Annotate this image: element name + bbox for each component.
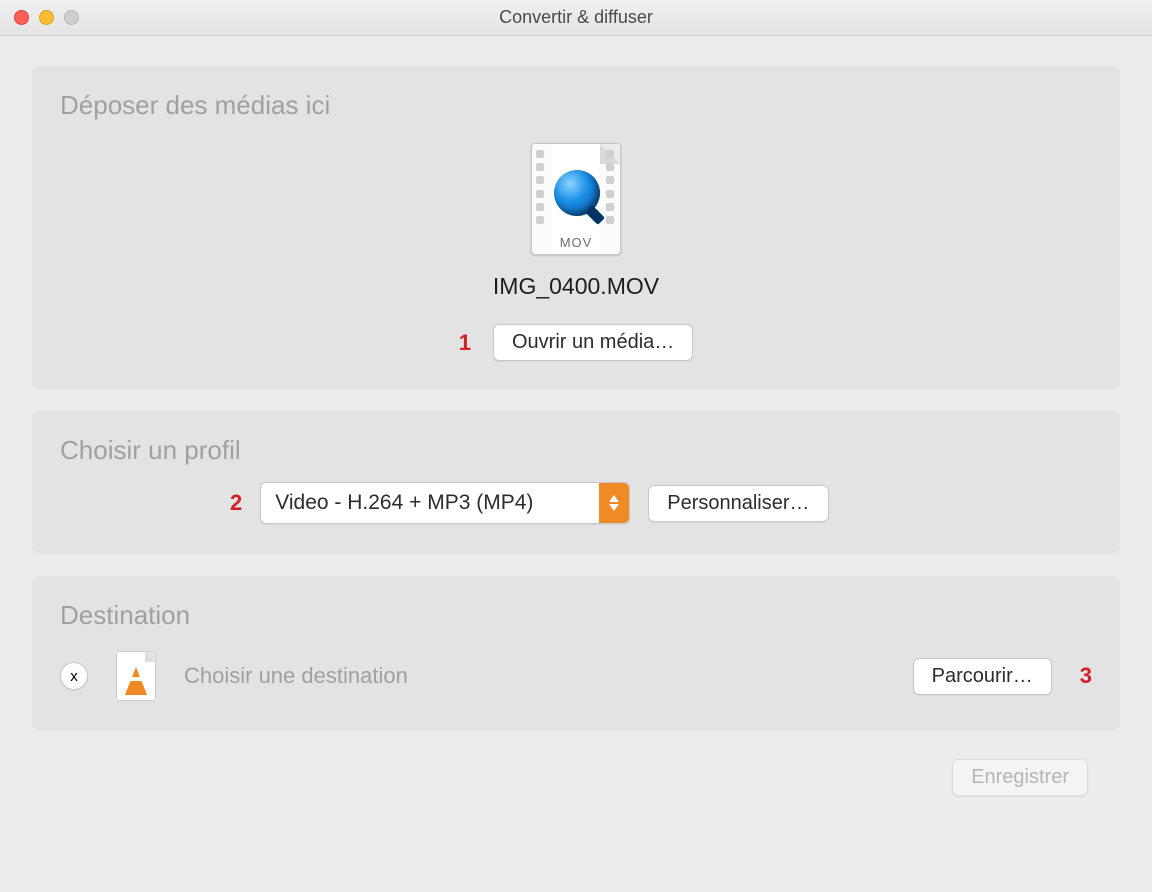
customize-profile-button[interactable]: Personnaliser… [648, 485, 828, 522]
annotation-1: 1 [459, 330, 471, 356]
window-titlebar: Convertir & diffuser [0, 0, 1152, 36]
profile-select[interactable]: Video - H.264 + MP3 (MP4) [260, 482, 630, 524]
dropped-file-area[interactable]: MOV IMG_0400.MOV 1 Ouvrir un média… [60, 143, 1092, 361]
open-media-button[interactable]: Ouvrir un média… [493, 324, 693, 361]
destination-placeholder: Choisir une destination [184, 663, 885, 689]
save-button[interactable]: Enregistrer [952, 759, 1088, 796]
profile-select-value: Video - H.264 + MP3 (MP4) [261, 483, 599, 523]
zoom-window-button [64, 10, 79, 25]
vlc-cone-icon [125, 667, 147, 695]
minimize-window-button[interactable] [39, 10, 54, 25]
vlc-file-icon [116, 651, 156, 701]
clear-destination-button[interactable]: x [60, 662, 88, 690]
drop-media-heading: Déposer des médias ici [60, 90, 1092, 121]
profile-panel: Choisir un profil 2 Video - H.264 + MP3 … [32, 411, 1120, 554]
annotation-3: 3 [1080, 663, 1092, 689]
window-controls [14, 10, 79, 25]
browse-destination-button[interactable]: Parcourir… [913, 658, 1052, 695]
mov-file-icon: MOV [531, 143, 621, 255]
annotation-2: 2 [230, 490, 242, 516]
destination-heading: Destination [60, 600, 1092, 631]
drop-media-panel: Déposer des médias ici MOV IMG_0400.MOV … [32, 66, 1120, 389]
window-title: Convertir & diffuser [0, 7, 1152, 28]
file-ext-label: MOV [532, 235, 620, 250]
destination-panel: Destination x Choisir une destination Pa… [32, 576, 1120, 731]
quicktime-icon [554, 170, 600, 216]
dialog-footer: Enregistrer [32, 753, 1120, 796]
chevron-up-down-icon [599, 483, 629, 523]
profile-heading: Choisir un profil [60, 435, 1092, 466]
dropped-filename: IMG_0400.MOV [493, 273, 659, 300]
close-window-button[interactable] [14, 10, 29, 25]
